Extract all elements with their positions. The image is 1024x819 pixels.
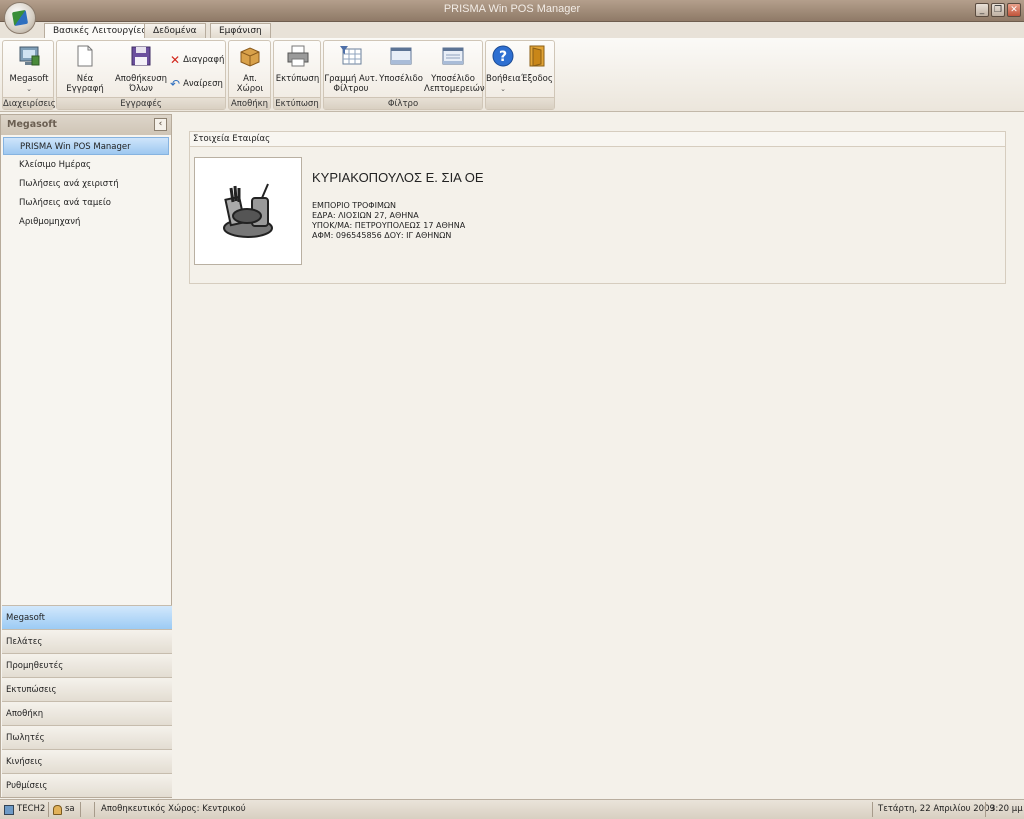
nav-warehouse[interactable]: Αποθήκη [2,701,172,725]
tab-appearance[interactable]: Εμφάνιση [210,23,271,38]
box-icon [240,47,260,67]
status-time: 3:20 μμ [990,804,1023,814]
tab-data[interactable]: Δεδομένα [144,23,206,38]
sidebar-item-calculator[interactable]: Αριθμομηχανή [3,213,169,231]
nav-suppliers[interactable]: Προμηθευτές [2,653,172,677]
nav-settings[interactable]: Ρυθμίσεις [2,773,172,797]
app-logo-icon [11,9,29,27]
sidebar-item-day-close[interactable]: Κλείσιμο Ημέρας [3,156,169,174]
nav-megasoft[interactable]: Megasoft [2,605,172,629]
undo-arrow-icon: ↶ [170,77,181,91]
footer-icon [390,47,412,65]
filter-grid-icon [340,46,362,65]
ribbon: Megasoft ⌄ Διαχειρίσεις Νέα Εγγραφή ⌄ Απ… [0,38,1024,112]
company-activity: ΕΜΠΟΡΙΟ ΤΡΟΦΙΜΩΝ [312,201,396,210]
status-user: sa [53,803,75,816]
warehouses-button[interactable]: Απ. Χώροι ⌄ [229,44,271,104]
nav-pane-header: Megasoft ‹ [1,115,171,135]
save-icon [131,46,151,66]
filter-row-button[interactable]: Γραμμή Αυτ. Φίλτρου [324,44,378,94]
nav-transactions[interactable]: Κινήσεις [2,749,172,773]
tab-basic-functions[interactable]: Βασικές Λειτουργίες [44,23,156,39]
detail-footer-button[interactable]: Υποσέλιδο Λεπτομερειών [424,44,485,94]
company-info-card: Στοιχεία Εταιρίας ΚΥΡΙΑΚΟΠΟΥΛΟΣ Ε. ΣΙΑ Ο… [189,131,1006,284]
status-machine: TECH2 [4,803,45,816]
help-icon: ? [492,45,514,67]
ribbon-tabs: Βασικές Λειτουργίες Δεδομένα Εμφάνιση [0,22,1024,39]
exit-button[interactable]: Έξοδος [520,44,554,84]
close-button[interactable]: ✕ [1007,3,1021,17]
main-content: Στοιχεία Εταιρίας ΚΥΡΙΑΚΟΠΟΥΛΟΣ Ε. ΣΙΑ Ο… [176,114,1024,798]
company-tax-id: ΑΦΜ: 096545856 ΔΟΥ: ΙΓ ΑΘΗΝΩΝ [312,231,452,240]
group-print: Εκτύπωση Εκτύπωση [273,40,321,110]
chevron-down-icon: ⌄ [500,85,506,93]
delete-x-icon: ✕ [170,53,181,67]
sidebar-item-sales-by-register[interactable]: Πωλήσεις ανά ταμείο [3,194,169,212]
user-icon [53,804,62,815]
new-record-button[interactable]: Νέα Εγγραφή ⌄ [57,44,113,104]
print-button[interactable]: Εκτύπωση [274,44,321,84]
minimize-button[interactable]: _ [975,3,989,17]
group-records: Νέα Εγγραφή ⌄ Αποθήκευση Όλων ✕ Διαγραφή… [56,40,226,110]
company-address: ΕΔΡΑ: ΛΙΟΣΙΩΝ 27, ΑΘΗΝΑ [312,211,419,220]
help-button[interactable]: ? Βοήθεια ⌄ [486,44,521,94]
undo-button[interactable]: ↶ Αναίρεση [170,77,223,91]
chevron-down-icon: ⌄ [26,85,32,93]
collapse-pane-icon[interactable]: ‹ [154,118,167,131]
sidebar-item-prisma[interactable]: PRISMA Win POS Manager [3,137,169,155]
megasoft-icon [19,46,40,66]
computer-icon [4,804,14,815]
fast-food-icon [223,183,273,238]
window-title: PRISMA Win POS Manager [443,3,581,15]
printer-icon [287,45,308,67]
nav-customers[interactable]: Πελάτες [2,629,172,653]
delete-button[interactable]: ✕ Διαγραφή [170,53,224,67]
nav-prints[interactable]: Εκτυπώσεις [2,677,172,701]
app-menu-orb[interactable] [4,2,36,34]
navigation-pane: Megasoft ‹ PRISMA Win POS Manager Κλείσι… [0,114,172,798]
exit-door-icon [529,45,545,67]
svg-text:?: ? [499,49,507,65]
company-branch: ΥΠΟΚ/ΜΑ: ΠΕΤΡΟΥΠΟΛΕΩΣ 17 ΑΘΗΝΑ [312,221,466,230]
status-warehouse: Αποθηκευτικός Χώρος: Κεντρικού [101,804,246,814]
status-date: Τετάρτη, 22 Απριλίου 2009 [878,804,995,814]
company-name: ΚΥΡΙΑΚΟΠΟΥΛΟΣ Ε. ΣΙΑ ΟΕ [312,170,484,185]
group-filter: Γραμμή Αυτ. Φίλτρου Υποσέλιδο Υποσέλιδο … [323,40,485,110]
status-bar: TECH2 sa Αποθηκευτικός Χώρος: Κεντρικού … [0,799,1024,819]
title-bar: PRISMA Win POS Manager _ ❐ ✕ [0,0,1024,22]
company-info-title: Στοιχεία Εταιρίας [190,132,1005,147]
save-all-button[interactable]: Αποθήκευση Όλων [113,44,169,94]
company-logo [194,157,302,265]
nav-salespeople[interactable]: Πωλητές [2,725,172,749]
new-document-icon [77,45,93,67]
restore-button[interactable]: ❐ [991,3,1005,17]
group-management: Megasoft ⌄ Διαχειρίσεις [2,40,56,110]
group-warehouse: Απ. Χώροι ⌄ Αποθήκη [228,40,271,110]
megasoft-button[interactable]: Megasoft ⌄ [5,44,53,94]
sidebar-item-sales-by-operator[interactable]: Πωλήσεις ανά χειριστή [3,175,169,193]
footer-button[interactable]: Υποσέλιδο [378,44,424,84]
detail-footer-icon [442,47,464,65]
group-help: ? Βοήθεια ⌄ Έξοδος [485,40,555,110]
